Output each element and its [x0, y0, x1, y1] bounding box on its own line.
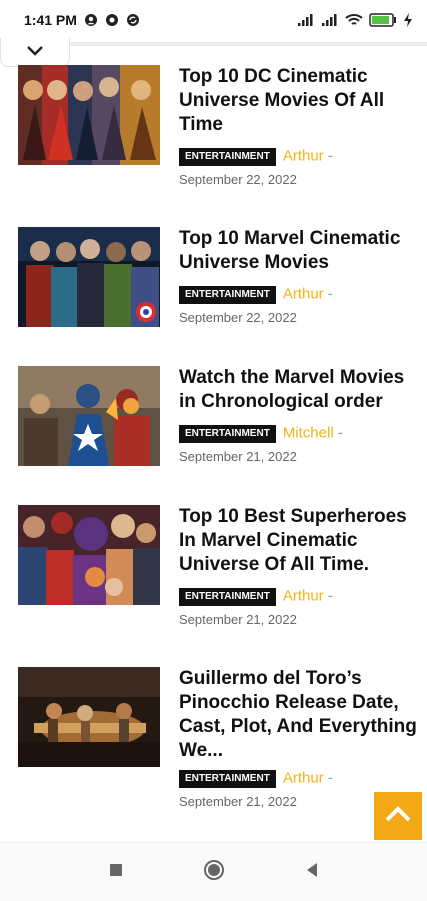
article-thumbnail[interactable] — [18, 65, 160, 165]
article-item[interactable]: Watch the Marvel Movies in Chronological… — [18, 366, 413, 470]
home-button[interactable] — [200, 858, 228, 886]
back-triangle-icon — [304, 861, 320, 884]
camera-icon — [105, 13, 119, 27]
article-date: September 22, 2022 — [179, 309, 297, 325]
article-item[interactable]: Top 10 Marvel Cinematic Universe Movies … — [18, 227, 413, 331]
battery-icon — [369, 12, 397, 28]
meta-separator: - — [323, 769, 333, 787]
article-date: September 22, 2022 — [179, 171, 297, 187]
article-meta: ENTERTAINMENT Arthur - September 22, 2022 — [179, 145, 419, 192]
article-title[interactable]: Top 10 Marvel Cinematic Universe Movies — [179, 227, 419, 275]
circle-icon — [202, 858, 226, 887]
status-right: 83 — [297, 12, 413, 28]
article-meta: ENTERTAINMENT Arthur - September 22, 2022 — [179, 283, 419, 330]
recent-apps-button[interactable] — [102, 858, 130, 886]
article-thumbnail[interactable] — [18, 227, 160, 327]
meta-separator: - — [333, 424, 343, 442]
article-item[interactable]: Top 10 DC Cinematic Universe Movies Of A… — [18, 65, 413, 191]
status-bar: 1:41 PM 83 — [0, 0, 427, 40]
article-item[interactable]: Top 10 Best Superheroes In Marvel Cinema… — [18, 505, 413, 631]
article-title[interactable]: Top 10 DC Cinematic Universe Movies Of A… — [179, 65, 419, 137]
sync-icon — [126, 13, 140, 27]
signal-icon — [297, 13, 315, 27]
article-item[interactable]: Guillermo del Toro’s Pinocchio Release D… — [18, 667, 417, 815]
back-button[interactable] — [298, 858, 326, 886]
charging-icon — [403, 12, 413, 28]
author-link[interactable]: Mitchell — [283, 425, 334, 442]
article-thumbnail[interactable] — [18, 366, 160, 466]
article-date: September 21, 2022 — [179, 611, 297, 627]
category-badge[interactable]: ENTERTAINMENT — [179, 424, 276, 443]
article-meta: ENTERTAINMENT Arthur - September 21, 2022 — [179, 585, 419, 632]
author-link[interactable]: Arthur — [283, 286, 324, 303]
square-icon — [108, 862, 124, 883]
signal-icon — [321, 13, 339, 27]
meta-separator: - — [323, 147, 333, 165]
author-link[interactable]: Arthur — [283, 148, 324, 165]
article-thumbnail[interactable] — [18, 667, 160, 767]
wifi-icon — [345, 13, 363, 27]
article-title[interactable]: Guillermo del Toro’s Pinocchio Release D… — [179, 667, 419, 763]
category-badge[interactable]: ENTERTAINMENT — [179, 769, 276, 788]
system-navigation-bar — [0, 842, 427, 901]
author-link[interactable]: Arthur — [283, 588, 324, 605]
article-title[interactable]: Top 10 Best Superheroes In Marvel Cinema… — [179, 505, 419, 577]
chevron-up-icon — [384, 805, 412, 828]
article-title[interactable]: Watch the Marvel Movies in Chronological… — [179, 366, 419, 414]
back-to-top-button[interactable] — [374, 792, 422, 840]
article-meta: ENTERTAINMENT Mitchell - September 21, 20… — [179, 422, 419, 469]
category-badge[interactable]: ENTERTAINMENT — [179, 147, 276, 166]
notification-icon — [84, 13, 98, 27]
collapse-toggle-button[interactable] — [0, 38, 70, 67]
status-time: 1:41 PM — [24, 12, 77, 28]
author-link[interactable]: Arthur — [283, 770, 324, 787]
article-date: September 21, 2022 — [179, 448, 297, 464]
meta-separator: - — [323, 285, 333, 303]
chevron-down-icon — [27, 43, 43, 61]
status-left: 1:41 PM — [24, 12, 140, 28]
article-thumbnail[interactable] — [18, 505, 160, 605]
category-badge[interactable]: ENTERTAINMENT — [179, 587, 276, 606]
category-badge[interactable]: ENTERTAINMENT — [179, 285, 276, 304]
meta-separator: - — [323, 587, 333, 605]
